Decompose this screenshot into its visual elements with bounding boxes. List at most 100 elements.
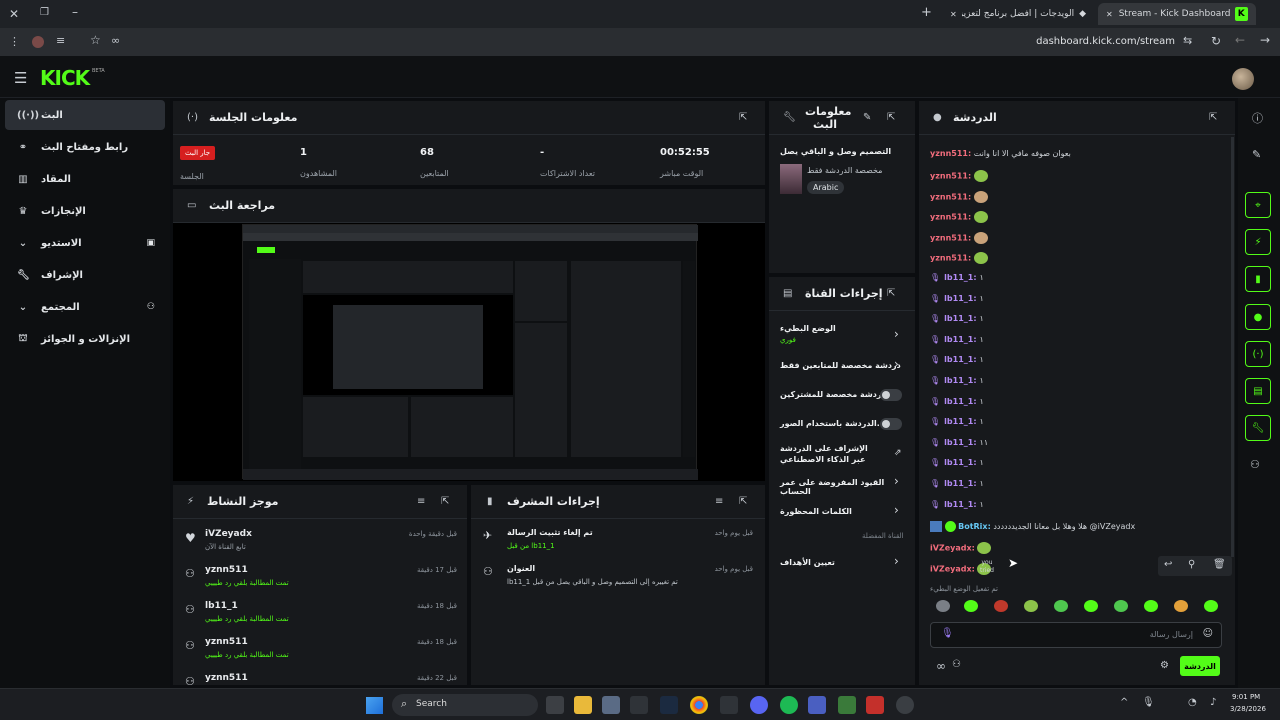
app-icon[interactable] [808,696,826,714]
profile-icon[interactable] [32,36,44,48]
emote-icon[interactable] [994,600,1008,612]
taskbar-search[interactable]: ⌕ Search [392,694,538,716]
emote-icon[interactable] [936,600,950,612]
account-age-row[interactable]: القيود المفروضة على عمر الحساب › [776,474,910,496]
discord-icon[interactable] [750,696,768,714]
send-chat-button[interactable]: الدردشة [1180,656,1220,676]
chat-username[interactable]: lb11_1: [944,458,976,467]
stream-video[interactable] [242,224,698,480]
users-icon[interactable]: ⚇ [1250,458,1260,471]
emote-icon[interactable] [1144,600,1158,612]
emote-icon[interactable] [964,600,978,612]
chat-username[interactable]: lb11_1: [944,417,976,426]
tab-widgets[interactable]: ✕ الويدجات | أفضل برنامج لتعزيز البث ◆ [942,3,1094,25]
chat-username[interactable]: lb11_1: [944,397,976,406]
app-icon[interactable] [630,696,648,714]
emoji-icon[interactable]: ☺ [1203,628,1213,639]
popout-icon[interactable]: ⇱ [739,496,747,507]
back-icon[interactable]: → [1260,33,1270,47]
sidebar-item-analytics[interactable]: ▥ المقاد [5,164,165,194]
slow-mode-row[interactable]: الوضع البطيء فوري › [776,322,910,350]
chat-username[interactable]: yznn511: [930,193,971,202]
set-goals-row[interactable]: تعيين الأهداف › [776,554,910,574]
bookmark-star-icon[interactable]: ☆ [90,33,101,47]
emote-icon[interactable] [1084,600,1098,612]
microphone-icon[interactable]: 🎙︎ [1142,697,1155,708]
banned-words-row[interactable]: الكلمات المحظورة › [776,503,910,523]
edit-pencil-icon[interactable]: ✎ [863,112,871,123]
minecraft-icon[interactable] [838,696,856,714]
restore-icon[interactable]: ❐ [40,7,49,18]
emote-icon[interactable] [1114,600,1128,612]
sidebar-item-stream[interactable]: ((·)) البث [5,100,165,130]
reply-icon[interactable]: ↩ [1164,559,1172,570]
chat-username[interactable]: lb11_1: [944,294,976,303]
info-icon[interactable]: ⓘ [1252,110,1263,126]
chat-username[interactable]: lb11_1: [944,438,976,447]
chat-username[interactable]: yznn511: [930,172,971,181]
chat-username[interactable]: iVZeyadx: [930,565,975,574]
steam-icon[interactable] [660,696,678,714]
clock-time[interactable]: 9:01 PM [1232,693,1260,701]
rail-tools-button[interactable]: 🔧︎ [1245,415,1271,441]
chat-username[interactable]: lb11_1: [944,500,976,509]
emote-icon[interactable] [1024,600,1038,612]
popout-icon[interactable]: ⇱ [887,112,895,123]
clock-date[interactable]: 3/28/2026 [1230,705,1266,713]
chat-username[interactable]: BotRix: [958,522,991,531]
app-icon[interactable] [866,696,884,714]
edit-pencil-icon[interactable]: ✎ [1252,148,1261,161]
microphone-icon[interactable]: 🎙︎ [941,628,954,639]
infinity-icon[interactable]: ∞ [936,659,946,673]
minimize-icon[interactable]: – [72,5,78,19]
delete-icon[interactable]: 🗑︎ [1213,559,1226,570]
rail-mod-actions-button[interactable]: ▮ [1245,266,1271,292]
chat-username[interactable]: lb11_1: [944,273,976,282]
subscribers-only-toggle[interactable] [880,389,902,401]
chat-input[interactable]: 🎙︎ إرسال رسالة ☺ [930,622,1222,648]
chat-username[interactable]: iVZeyadx: [930,544,975,553]
app-icon[interactable] [720,696,738,714]
app-icon[interactable] [896,696,914,714]
tab-close-icon[interactable]: ✕ [1106,10,1113,19]
reader-icon[interactable]: ∞ [111,34,120,47]
site-settings-icon[interactable]: ⇆ [1183,34,1192,47]
store-icon[interactable] [602,696,620,714]
chat-username[interactable]: yznn511: [930,213,971,222]
rail-chat-button[interactable]: ● [1245,304,1271,330]
emote-icon[interactable] [1174,600,1188,612]
chat-username[interactable]: lb11_1: [944,355,976,364]
chat-username[interactable]: yznn511: [930,254,971,263]
reload-icon[interactable]: ↻ [1211,34,1221,48]
wifi-icon[interactable]: ◔ [1188,697,1197,708]
chat-username[interactable]: yznn511: [930,149,971,158]
windows-start-icon[interactable] [366,697,383,714]
volume-icon[interactable]: ♪ [1210,697,1216,708]
address-bar[interactable]: dashboard.kick.com/stream [1036,36,1175,47]
rail-channel-button[interactable]: ▤ [1245,378,1271,404]
chat-username[interactable]: lb11_1: [944,479,976,488]
kick-logo[interactable]: KICK [40,66,90,90]
rail-broadcast-button[interactable]: (·) [1245,341,1271,367]
tab-close-icon[interactable]: ✕ [950,10,957,19]
extensions-icon[interactable]: ≡ [56,34,65,47]
file-explorer-icon[interactable] [574,696,592,714]
rail-session-button[interactable]: ⌖ [1245,192,1271,218]
followers-only-row[interactable]: دردشة مخصصة للمتابعين فقط › [776,356,910,378]
sidebar-item-stream-key[interactable]: ⚭ رابط ومفتاح البث [5,132,165,162]
ai-moderation-row[interactable]: الإشراف على الدردشة عبر الذكاء الاصطناعي… [776,442,910,468]
chevron-up-icon[interactable]: ^ [1120,697,1128,708]
filter-icon[interactable]: ≡ [417,496,425,507]
emote-icon[interactable] [1054,600,1068,612]
tab-kick-dashboard[interactable]: ✕ Stream - Kick Dashboard K [1098,3,1256,25]
sidebar-item-studio[interactable]: ⌄ الاستديو ▣ [5,228,165,258]
hamburger-menu-icon[interactable]: ☰ [14,69,27,87]
new-tab-icon[interactable]: + [921,5,932,20]
chat-username[interactable]: yznn511: [930,234,971,243]
avatar[interactable] [1232,68,1254,90]
popout-icon[interactable]: ⇱ [441,496,449,507]
emote-only-toggle[interactable] [880,418,902,430]
filter-icon[interactable]: ≡ [715,496,723,507]
chrome-icon[interactable] [690,696,708,714]
gear-icon[interactable]: ⚙ [1160,660,1169,671]
